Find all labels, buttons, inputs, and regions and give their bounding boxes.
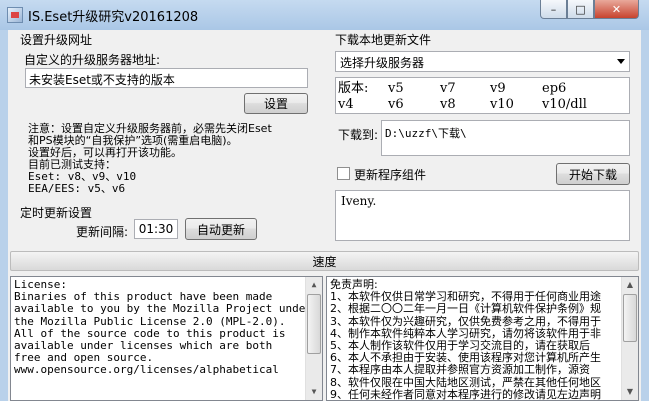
close-button[interactable]: ✕ [594,0,639,19]
license-line: the Mozilla Public License 2.0 (MPL-2.0)… [14,314,286,328]
note-line-5: Eset: v8、v9、v10 [28,170,137,183]
chevron-down-icon[interactable] [617,59,625,64]
disclaimer-scrollbar[interactable]: ▲ ▼ [621,277,638,400]
local-download-group-title: 下载本地更新文件 [335,33,432,47]
license-line: www.opensource.org/licenses/alphabetical [14,363,279,377]
disclaimer-line: 9、任何未经作者同意对本程序进行的修改请见左边声明 [330,387,601,401]
version-v9[interactable]: v9 [490,81,506,96]
set-button[interactable]: 设置 [244,93,308,114]
maximize-button[interactable]: □ [567,0,594,19]
scroll-up-icon[interactable]: ▲ [306,277,322,293]
version-ep6[interactable]: ep6 [542,81,566,96]
app-icon [7,7,23,23]
disclaimer-line: 2、根据二〇〇二年一月一日《计算机软件保护条例》规 [330,302,601,316]
note-line-6: EEA/EES: v5、v6 [28,182,126,195]
update-components-checkbox[interactable] [337,167,350,180]
custom-server-input[interactable]: 未安装Eset或不支持的版本 [25,68,308,88]
version-v7[interactable]: v7 [440,81,456,96]
disclaimer-line: 7、本程序由本人提取并参照官方资源加工制作，源资 [330,363,590,377]
start-download-button[interactable]: 开始下载 [556,163,630,185]
disclaimer-line: 3、本软件仅为兴趣研究，仅供免费参考之用，不得用于 [330,314,601,328]
window-title: IS.Eset升级研究v20161208 [28,10,199,25]
app-window: IS.Eset升级研究v20161208 – □ ✕ 设置升级网址 自定义的升级… [0,0,649,401]
update-components-label[interactable]: 更新程序组件 [354,166,426,183]
note-line-2: 和PS模块的“自我保护”选项(需重启电脑)。 [28,134,238,147]
license-scrollbar[interactable]: ▲ ▼ [305,277,322,400]
disclaimer-textarea[interactable]: 免责声明: 1、本软件仅供日常学习和研究，不得用于任何商业用途 2、根据二〇〇二… [326,276,639,401]
title-bar[interactable]: IS.Eset升级研究v20161208 – □ ✕ [0,0,649,30]
version-v8[interactable]: v8 [440,97,456,112]
version-v5[interactable]: v5 [388,81,404,96]
download-to-label: 下载到: [338,128,379,142]
version-v6[interactable]: v6 [388,97,404,112]
speed-progress-bar: 速度 [10,251,639,271]
scroll-down-icon[interactable]: ▼ [306,384,322,400]
upgrade-site-group-title: 设置升级网址 [20,33,93,47]
server-select-value: 选择升级服务器 [340,56,425,70]
client-area: 设置升级网址 自定义的升级服务器地址: 未安装Eset或不支持的版本 设置 注意… [8,30,641,401]
scroll-thumb[interactable] [623,294,637,342]
server-select[interactable]: 选择升级服务器 [335,51,630,72]
log-output[interactable]: Iveny. [335,190,630,241]
interval-label: 更新间隔: [76,225,129,239]
scheduled-update-group-title: 定时更新设置 [20,206,93,220]
download-path-input[interactable]: D:\uzzf\下载\ [381,120,630,156]
custom-server-label: 自定义的升级服务器地址: [24,53,161,67]
scroll-up-icon[interactable]: ▲ [622,277,638,293]
license-line: available to you by the Mozilla Project … [14,302,313,316]
interval-input[interactable]: 01:30 [134,219,178,239]
auto-update-button[interactable]: 自动更新 [185,218,257,240]
version-label: 版本: [338,81,369,96]
note-line-4: 目前已测试支持： [28,158,116,171]
note-line-3: 设置好后，可以再打开该功能。 [28,146,182,159]
note-line-1: 注意：设置自定义升级服务器前，必需先关闭Eset [28,122,272,135]
version-box: 版本: v5 v7 v9 ep6 v4 v6 v8 v10 v10/dll [335,77,630,114]
license-textarea[interactable]: License: Binaries of this product have b… [10,276,323,401]
version-v10[interactable]: v10 [490,97,514,112]
speed-label: 速度 [312,254,337,269]
disclaimer-line: 8、软件仅限在中国大陆地区测试，严禁在其他任何地区 [330,375,601,389]
version-v10-dll[interactable]: v10/dll [542,97,587,112]
scroll-thumb[interactable] [307,294,321,354]
version-v4[interactable]: v4 [338,97,354,112]
scroll-down-icon[interactable]: ▼ [622,384,638,400]
minimize-button[interactable]: – [540,0,567,19]
